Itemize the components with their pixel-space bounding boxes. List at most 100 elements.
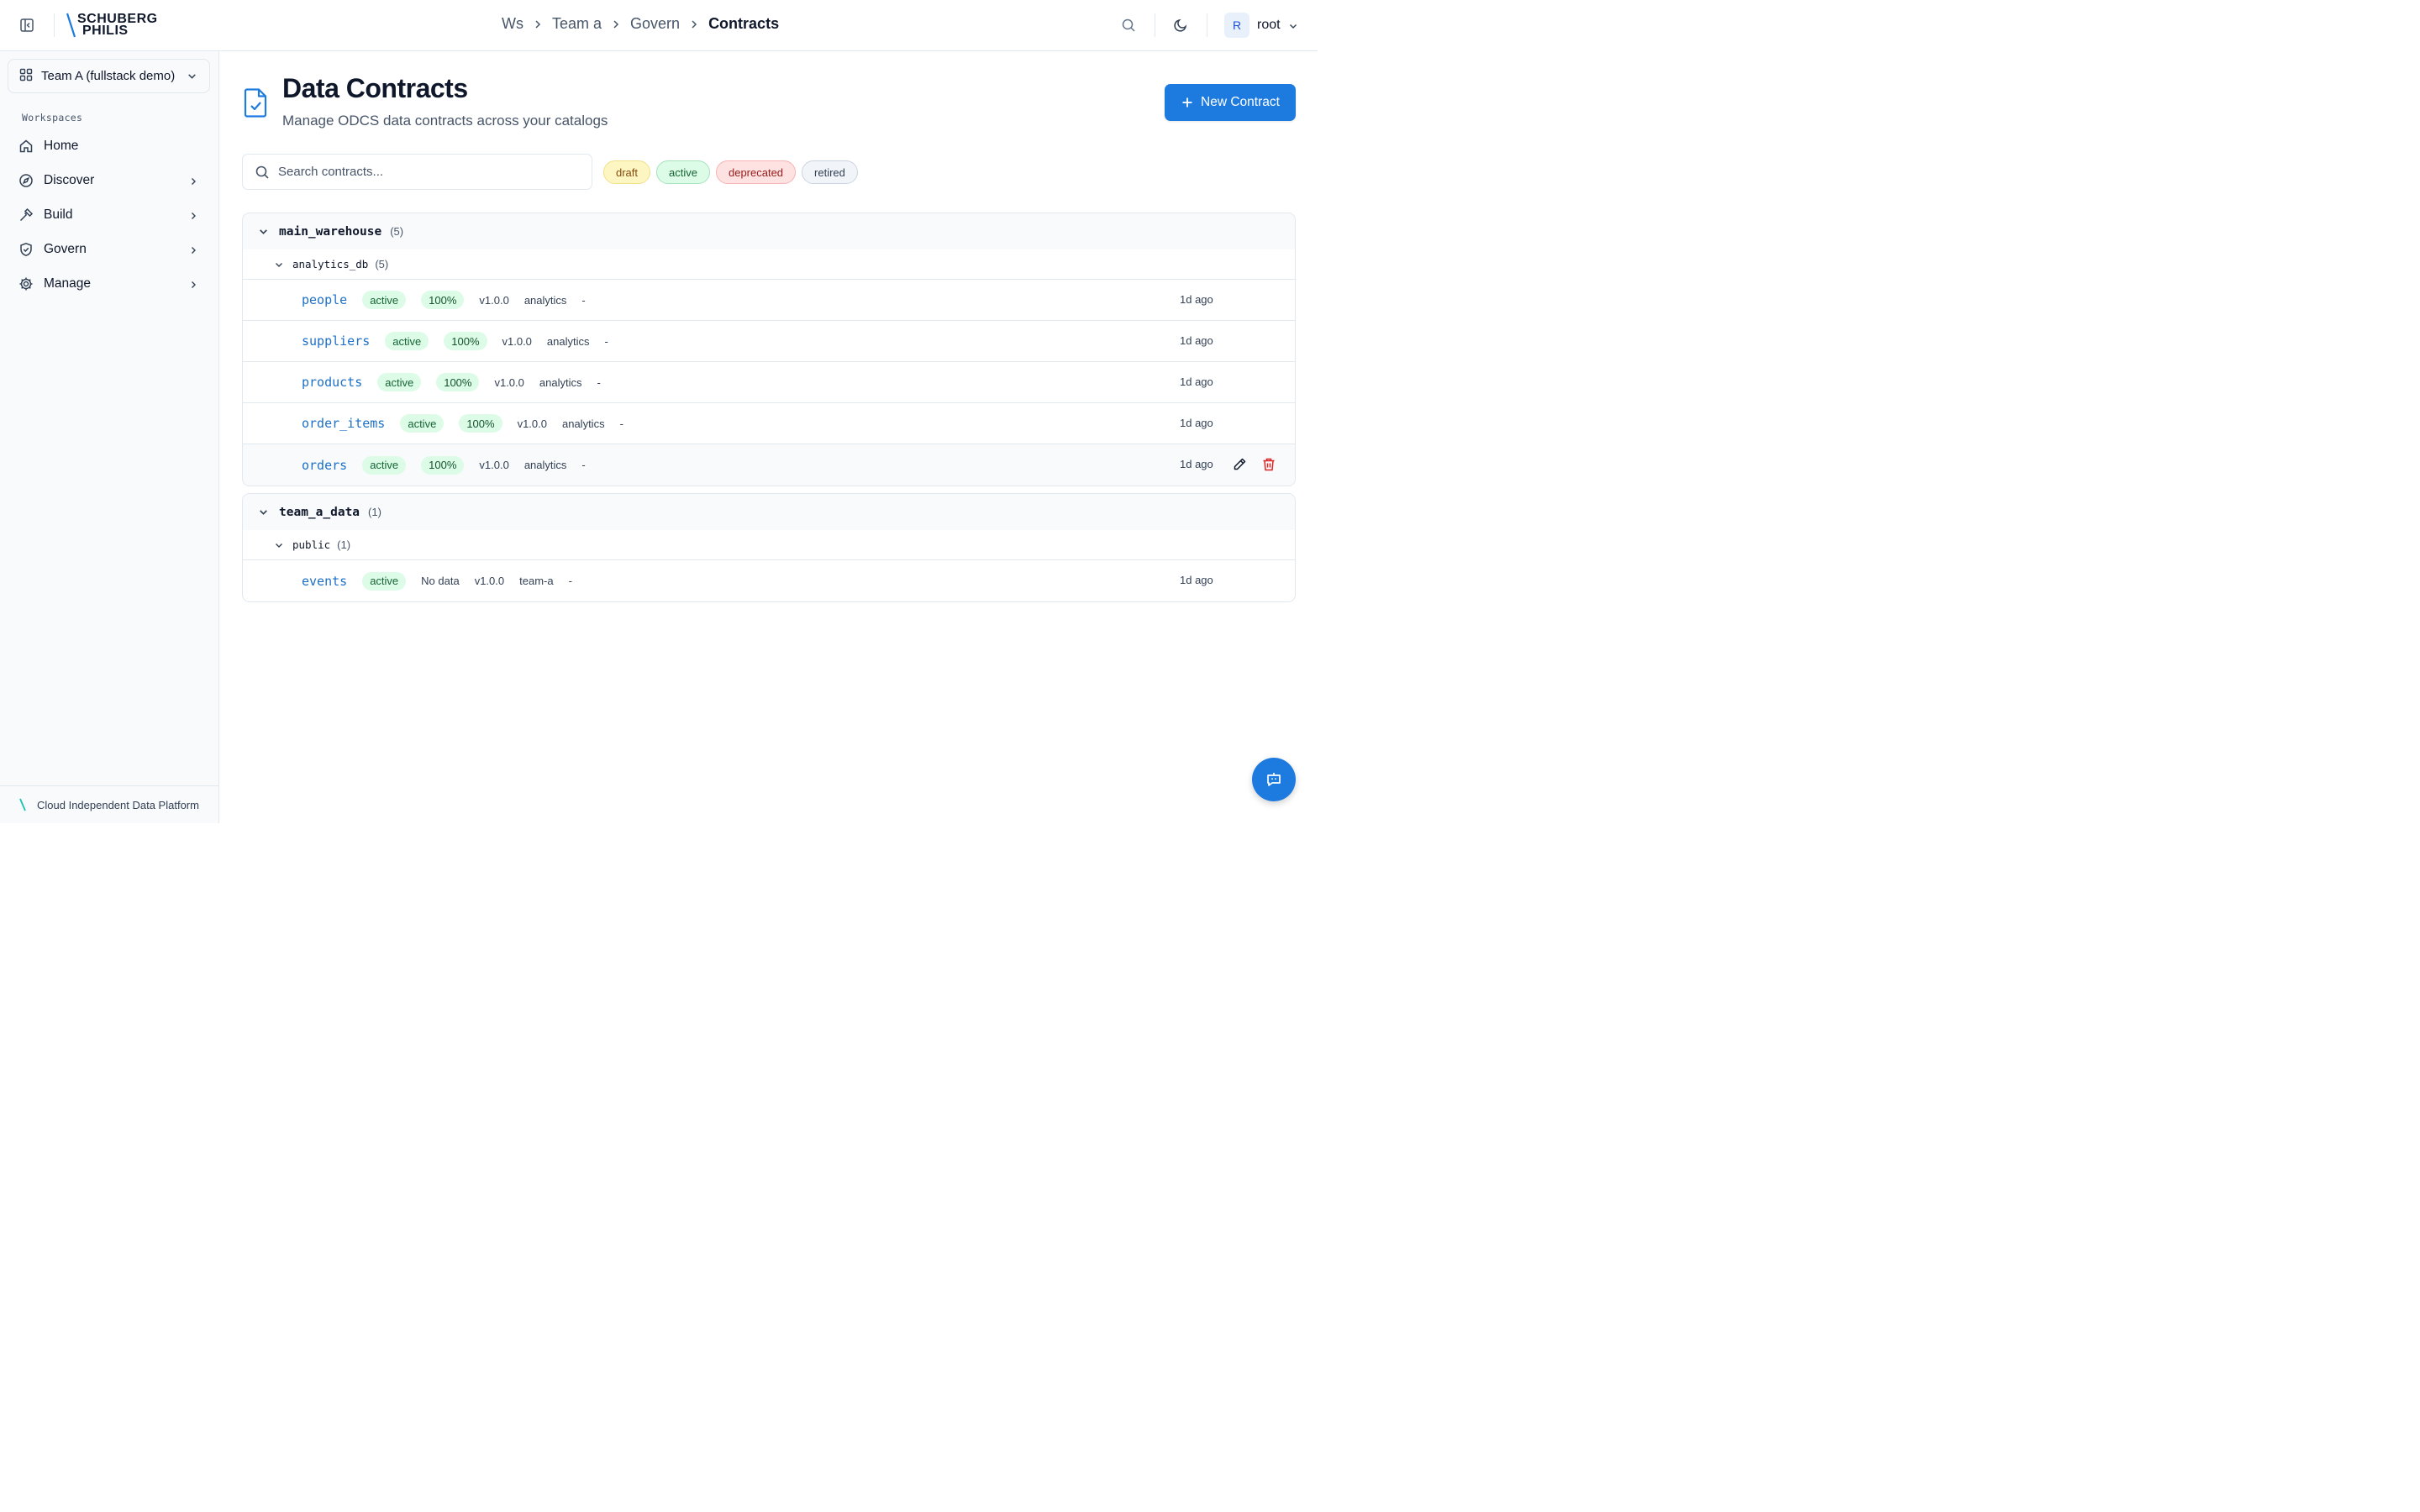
filter-active[interactable]: active — [656, 160, 710, 184]
contract-name-link[interactable]: products — [302, 375, 362, 390]
filter-deprecated[interactable]: deprecated — [715, 160, 797, 184]
contract-name-link[interactable]: order_items — [302, 416, 385, 431]
contract-owner: analytics — [523, 459, 567, 471]
moon-icon[interactable] — [1173, 18, 1188, 37]
breadcrumb-govern[interactable]: Govern — [630, 15, 680, 33]
sidebar-item-home[interactable]: Home — [8, 130, 210, 162]
status-badge: active — [400, 414, 445, 433]
bot-message-icon — [1267, 773, 1281, 786]
catalog-name: team_a_data — [279, 505, 360, 519]
filter-retired[interactable]: retired — [802, 160, 858, 184]
grid-icon — [19, 68, 33, 85]
coverage-badge: 100% — [421, 291, 465, 309]
sidebar-item-discover[interactable]: Discover — [8, 165, 210, 197]
brand-line2: PHILIS — [82, 24, 129, 38]
contract-age: 1d ago — [1180, 574, 1213, 586]
contract-age: 1d ago — [1180, 375, 1213, 388]
contract-owner: team-a — [519, 575, 554, 587]
breadcrumb-current: Contracts — [708, 15, 780, 32]
contract-version: v1.0.0 — [474, 575, 505, 587]
chevron-right-icon — [610, 19, 622, 29]
chevron-down-icon — [187, 71, 197, 85]
contract-age: 1d ago — [1180, 293, 1213, 306]
new-contract-button[interactable]: New Contract — [1165, 84, 1296, 121]
contract-owner: analytics — [523, 293, 567, 307]
contract-version: v1.0.0 — [494, 375, 524, 389]
gear-icon — [18, 276, 34, 291]
contract-age: 1d ago — [1180, 458, 1213, 470]
contract-name-link[interactable]: events — [302, 574, 347, 589]
catalog-count: (1) — [368, 506, 381, 518]
sidebar-item-manage[interactable]: Manage — [8, 268, 210, 300]
status-badge: active — [385, 332, 429, 350]
sidebar-item-build[interactable]: Build — [8, 199, 210, 231]
contract-extra: - — [619, 417, 623, 430]
user-name[interactable]: root — [1257, 18, 1281, 33]
brand-logo[interactable]: SCHUBERG PHILIS — [66, 12, 158, 39]
coverage-badge: 100% — [421, 455, 465, 475]
schema-header[interactable]: public (1) — [243, 530, 1295, 560]
new-contract-label: New Contract — [1201, 95, 1280, 109]
schema-name: public — [292, 538, 331, 551]
sidebar-toggle-icon[interactable] — [18, 17, 35, 34]
logo-divider — [54, 13, 55, 37]
contract-row[interactable]: events active No data v1.0.0 team-a - 1d… — [243, 560, 1295, 601]
trash-icon[interactable] — [1261, 457, 1276, 472]
contract-extra: - — [604, 334, 608, 348]
contract-extra: - — [568, 575, 572, 587]
contract-name-link[interactable]: suppliers — [302, 333, 370, 349]
breadcrumb-team[interactable]: Team a — [552, 15, 602, 33]
chat-assistant-button[interactable] — [1252, 758, 1296, 801]
status-filters: draft active deprecated retired — [603, 160, 858, 184]
contract-row[interactable]: suppliers active 100% v1.0.0 analytics -… — [243, 321, 1295, 362]
chevron-down-icon — [276, 543, 282, 548]
chevron-right-icon — [188, 210, 198, 225]
page-title: Data Contracts — [282, 73, 468, 103]
schema-count: (5) — [375, 258, 389, 270]
chevron-down-icon[interactable] — [1288, 20, 1298, 35]
schema-name: analytics_db — [292, 258, 369, 270]
chevron-right-icon — [188, 279, 198, 294]
platform-name: Cloud Independent Data Platform — [37, 798, 199, 811]
sidebar-item-govern[interactable]: Govern — [8, 234, 210, 265]
catalog-header[interactable]: main_warehouse (5) — [243, 213, 1295, 249]
schema-header[interactable]: analytics_db (5) — [243, 249, 1295, 280]
sidebar-item-label: Build — [44, 207, 73, 222]
contract-name-link[interactable]: orders — [302, 458, 347, 473]
contract-name-link[interactable]: people — [302, 292, 347, 307]
search-icon[interactable] — [1121, 18, 1136, 37]
contract-row[interactable]: people active 100% v1.0.0 analytics - 1d… — [243, 280, 1295, 321]
team-selector-label: Team A (fullstack demo) — [41, 69, 176, 83]
status-badge: active — [362, 291, 407, 309]
main-content: Data Contracts Manage ODCS data contract… — [220, 51, 1318, 823]
contract-row[interactable]: orders active 100% v1.0.0 analytics - 1d… — [243, 444, 1295, 486]
chevron-right-icon — [688, 19, 700, 29]
breadcrumb-ws[interactable]: Ws — [502, 15, 523, 33]
contract-version: v1.0.0 — [517, 417, 547, 430]
filter-draft[interactable]: draft — [603, 160, 651, 184]
contract-age: 1d ago — [1180, 334, 1213, 347]
coverage-text: No data — [421, 575, 460, 587]
status-badge: active — [362, 455, 407, 475]
catalog-header[interactable]: team_a_data (1) — [243, 494, 1295, 530]
catalog-name: main_warehouse — [279, 224, 382, 239]
coverage-badge: 100% — [444, 332, 487, 350]
page-subtitle: Manage ODCS data contracts across your c… — [282, 113, 608, 129]
avatar[interactable]: R — [1224, 13, 1249, 38]
contract-extra: - — [597, 375, 601, 389]
contract-owner: analytics — [539, 375, 582, 389]
sidebar-item-label: Govern — [44, 242, 87, 256]
sidebar-item-label: Manage — [44, 276, 92, 291]
schema-count: (1) — [337, 538, 351, 551]
file-check-icon — [244, 87, 269, 118]
search-input[interactable] — [278, 165, 581, 179]
pencil-icon[interactable] — [1232, 457, 1247, 472]
hammer-icon — [18, 207, 34, 223]
contract-row[interactable]: order_items active 100% v1.0.0 analytics… — [243, 403, 1295, 444]
contract-version: v1.0.0 — [502, 334, 532, 348]
team-selector[interactable]: Team A (fullstack demo) — [8, 59, 210, 93]
chevron-right-icon — [188, 244, 198, 260]
chevron-down-icon — [260, 510, 267, 515]
brand-slash-icon — [19, 798, 26, 811]
contract-row[interactable]: products active 100% v1.0.0 analytics - … — [243, 362, 1295, 403]
